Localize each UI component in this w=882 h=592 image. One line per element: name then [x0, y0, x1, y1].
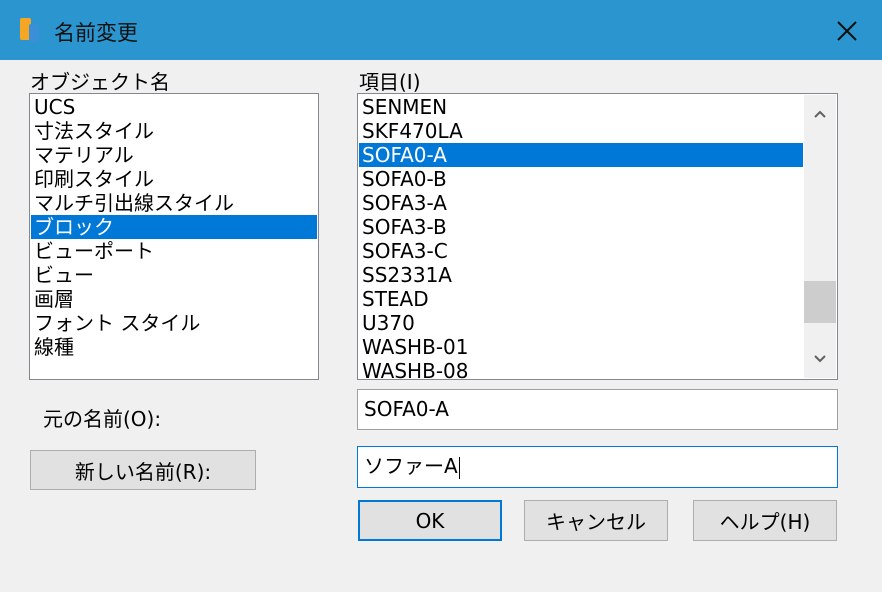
new-name-value: ソファーA — [364, 454, 458, 478]
object-list-item[interactable]: マルチ引出線スタイル — [31, 191, 317, 215]
object-list-item[interactable]: ブロック — [31, 215, 317, 239]
scroll-up-arrow[interactable] — [804, 99, 836, 129]
item-list-item[interactable]: WASHB-08 — [359, 359, 803, 379]
object-list-item[interactable]: マテリアル — [31, 143, 317, 167]
item-list-item[interactable]: SS2331A — [359, 263, 803, 287]
object-list-item[interactable]: 線種 — [31, 335, 317, 359]
object-list-item[interactable]: 寸法スタイル — [31, 119, 317, 143]
ok-button[interactable]: OK — [358, 500, 502, 541]
item-list-item[interactable]: U370 — [359, 311, 803, 335]
object-list-item[interactable]: フォント スタイル — [31, 311, 317, 335]
object-list-item[interactable]: 印刷スタイル — [31, 167, 317, 191]
item-list-item[interactable]: SOFA3-B — [359, 215, 803, 239]
object-list-item[interactable]: ビューポート — [31, 239, 317, 263]
item-list-item[interactable]: SOFA3-C — [359, 239, 803, 263]
object-list-item[interactable]: 画層 — [31, 287, 317, 311]
item-list-item[interactable]: SOFA0-B — [359, 167, 803, 191]
title-bar: 名前変更 — [0, 0, 882, 60]
help-button[interactable]: ヘルプ(H) — [693, 500, 837, 541]
close-icon — [837, 21, 857, 41]
scroll-down-arrow[interactable] — [804, 344, 836, 374]
close-button[interactable] — [822, 12, 872, 50]
app-icon — [20, 18, 39, 42]
old-name-field: SOFA0-A — [357, 389, 838, 430]
item-list-item[interactable]: SKF470LA — [359, 119, 803, 143]
item-list-item[interactable]: STEAD — [359, 287, 803, 311]
new-name-input[interactable]: ソファーA — [357, 446, 838, 488]
item-list-item[interactable]: SOFA3-A — [359, 191, 803, 215]
chevron-up-icon — [814, 110, 826, 118]
items-label: 項目(I) — [359, 70, 421, 94]
object-name-list[interactable]: UCS 寸法スタイル マテリアル 印刷スタイル マルチ引出線スタイル ブロック ビューポート… — [29, 93, 319, 380]
chevron-down-icon — [814, 355, 826, 363]
scroll-thumb[interactable] — [804, 281, 836, 323]
cancel-button[interactable]: キャンセル — [524, 500, 668, 541]
object-list-item[interactable]: ビュー — [31, 263, 317, 287]
object-name-label: オブジェクト名 — [30, 70, 170, 94]
item-list-item[interactable]: SOFA0-A — [359, 143, 803, 167]
item-list-item[interactable]: SENMEN — [359, 95, 803, 119]
item-list-item[interactable]: WASHB-01 — [359, 335, 803, 359]
window-title: 名前変更 — [54, 21, 138, 45]
old-name-label: 元の名前(O): — [43, 407, 162, 431]
object-list-item[interactable]: UCS — [31, 95, 317, 119]
items-list[interactable]: SENMEN SKF470LA SOFA0-A SOFA0-B SOFA3-A SOFA3… — [357, 93, 838, 380]
scrollbar[interactable] — [804, 95, 836, 378]
text-caret — [458, 456, 460, 479]
new-name-button[interactable]: 新しい名前(R): — [30, 450, 256, 490]
